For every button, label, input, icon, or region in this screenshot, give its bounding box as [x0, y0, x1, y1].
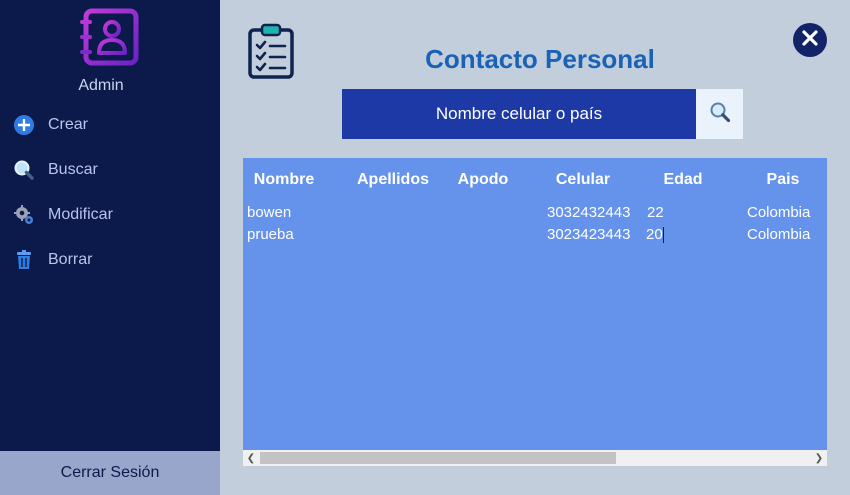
sidebar-item-modificar[interactable]: Modificar [12, 202, 113, 228]
sidebar-item-label: Modificar [48, 206, 113, 223]
search-button[interactable] [696, 89, 743, 139]
table-cell-nombre[interactable]: bowen [247, 204, 291, 221]
column-header-apodo[interactable]: Apodo [443, 171, 523, 189]
scroll-left-icon[interactable]: ❮ [243, 450, 259, 466]
contacts-table[interactable]: Nombre Apellidos Apodo Celular Edad Pais… [243, 158, 827, 450]
sidebar-item-label: Borrar [48, 251, 93, 268]
logout-button[interactable]: Cerrar Sesión [0, 451, 220, 495]
horizontal-scrollbar[interactable]: ❮ ❯ [243, 450, 827, 466]
sidebar-item-buscar[interactable]: Buscar [12, 157, 98, 183]
table-cell-pais[interactable]: Colombia [747, 204, 810, 221]
gear-icon [12, 203, 36, 227]
column-header-edad[interactable]: Edad [643, 171, 723, 189]
user-role-label: Admin [78, 77, 124, 94]
plus-circle-icon [12, 113, 36, 137]
table-cell-edad[interactable]: 20 [646, 226, 663, 243]
clipboard-checklist-icon [247, 23, 295, 79]
table-cell-celular[interactable]: 3032432443 [547, 204, 630, 221]
search-icon [12, 158, 36, 182]
column-header-nombre[interactable]: Nombre [243, 171, 325, 189]
trash-icon [12, 248, 36, 272]
table-cell-edad[interactable]: 22 [647, 204, 664, 221]
close-button[interactable] [793, 23, 827, 57]
search-input[interactable] [342, 89, 696, 139]
table-cell-pais[interactable]: Colombia [747, 226, 810, 243]
sidebar-item-crear[interactable]: Crear [12, 112, 88, 138]
text-caret [663, 227, 664, 243]
sidebar-item-label: Crear [48, 116, 89, 133]
close-icon [801, 29, 819, 52]
column-header-apellidos[interactable]: Apellidos [343, 171, 443, 189]
search-icon [709, 101, 731, 128]
sidebar-item-borrar[interactable]: Borrar [12, 247, 92, 273]
scroll-right-icon[interactable]: ❯ [811, 450, 827, 466]
column-header-celular[interactable]: Celular [533, 171, 633, 189]
sidebar-item-label: Buscar [48, 161, 98, 178]
table-cell-nombre[interactable]: prueba [247, 226, 294, 243]
column-header-pais[interactable]: Pais [743, 171, 823, 189]
sidebar: Admin Crear Buscar Modificar Borrar Cerr… [0, 0, 220, 495]
user-contact-book-icon [78, 8, 140, 66]
page-title: Contacto Personal [425, 44, 655, 74]
table-cell-celular[interactable]: 3023423443 [547, 226, 630, 243]
scrollbar-thumb[interactable] [260, 452, 616, 464]
